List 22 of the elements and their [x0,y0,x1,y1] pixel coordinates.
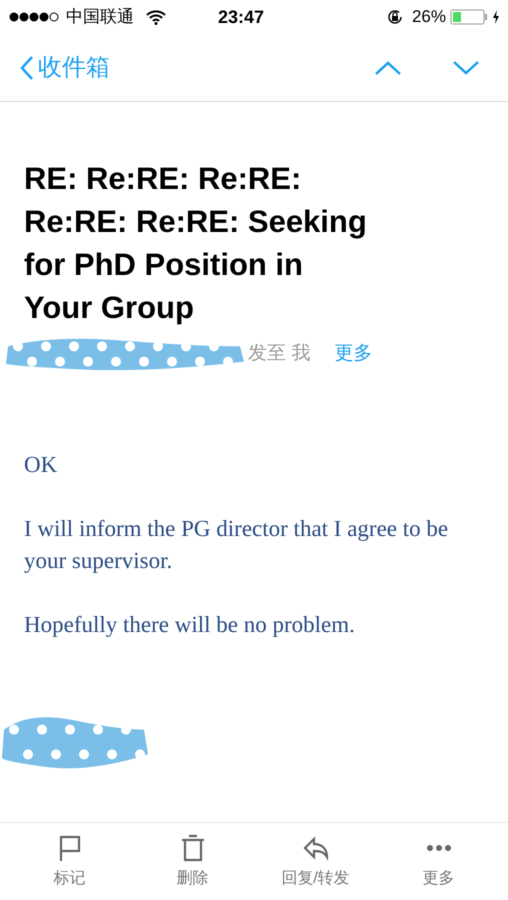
toolbar-button[interactable]: 回复/转发 [266,832,366,890]
body-paragraph: Hopefully there will be no problem. [24,611,356,639]
up-chevron-icon [374,60,402,76]
body-paragraph: I will inform the PG director that I agree to be your supervisor. [24,515,450,575]
clock-time: 23:47 [218,6,264,28]
recipient-text: 发至 我 [248,342,310,366]
charging-icon [492,10,500,24]
back-button[interactable]: 收件箱 [20,50,110,86]
wifi-icon [146,10,166,24]
more-icon [426,844,450,850]
toolbar-button[interactable]: 更多 [388,832,488,890]
back-chevron-icon [20,54,34,80]
battery-percent: 26% [412,6,446,28]
carrier-name: 中国联通 [66,6,134,28]
body-paragraph: OK [24,451,58,479]
down-chevron-icon [452,60,480,76]
toolbar-button[interactable]: 删除 [142,832,242,890]
email-subject: RE: Re:RE: Re:RE: Re:RE: Re:RE: Seeking for PhD Position in Your Group [23,160,368,327]
battery-icon [450,9,488,25]
toolbar-button[interactable]: 标记 [20,832,120,890]
rotation-lock-icon [386,8,404,26]
more-details-link[interactable]: 更多 [334,340,372,368]
